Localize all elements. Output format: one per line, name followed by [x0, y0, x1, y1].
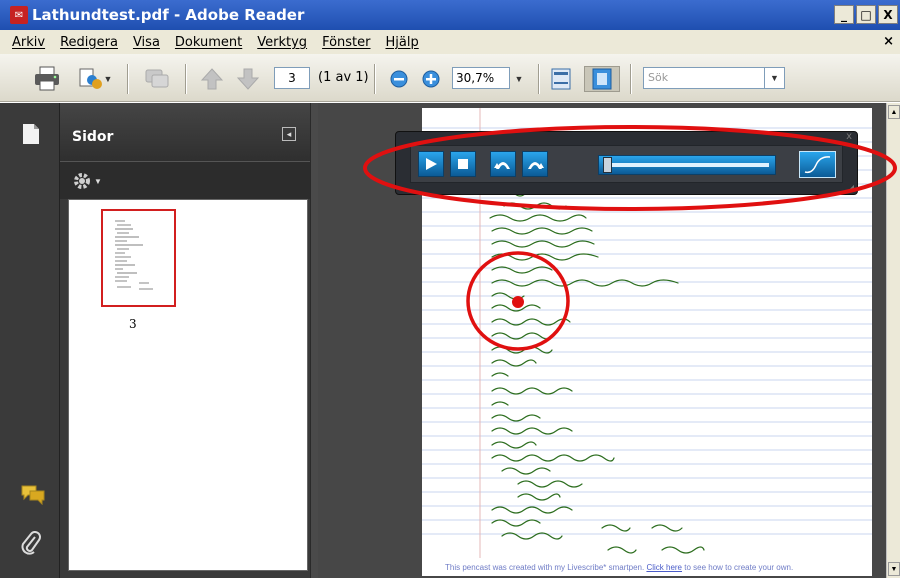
resize-grip[interactable]: ◢: [848, 183, 854, 192]
document-close-button[interactable]: ×: [883, 34, 894, 49]
footer-text: This pencast was created with my Livescr…: [445, 563, 645, 572]
zoom-out-button[interactable]: [386, 66, 412, 92]
options-button[interactable]: ▼: [72, 171, 102, 191]
chevron-down-icon: ▼: [514, 74, 524, 84]
slider-track: [605, 163, 769, 167]
step-back-icon: [494, 162, 510, 169]
footer-link[interactable]: Click here: [646, 563, 682, 572]
separator: [374, 64, 376, 94]
zoom-level-input[interactable]: 30,7%: [452, 67, 510, 89]
slider-thumb[interactable]: [603, 157, 613, 173]
collaborate-button[interactable]: ▼: [74, 66, 114, 92]
search-dropdown[interactable]: ▼: [765, 67, 785, 89]
comment-icon: [145, 69, 169, 88]
step-forward-icon: [528, 162, 544, 169]
separator: [630, 64, 632, 94]
footer-tail: to see how to create your own.: [684, 563, 794, 572]
next-page-button[interactable]: [234, 66, 262, 92]
play-icon: [426, 158, 437, 170]
playback-slider[interactable]: [598, 155, 776, 175]
separator: [538, 64, 540, 94]
print-button[interactable]: [30, 66, 64, 92]
navigation-rail: [0, 103, 60, 578]
fit-window-button[interactable]: [584, 66, 620, 92]
menu-fonster[interactable]: Fönster: [322, 35, 370, 50]
next-page-icon: [237, 68, 259, 90]
page-number-input[interactable]: 3: [274, 67, 310, 89]
toolbar: ▼ 3 (1 av 1) 30,7% ▼ Sök ▼: [0, 54, 900, 102]
play-button[interactable]: [418, 151, 444, 177]
comments-panel-button[interactable]: [20, 483, 46, 510]
pages-panel: Sidor ◂ ▼ 3: [60, 103, 310, 578]
panel-toolbar: ▼: [60, 161, 310, 199]
zoom-dropdown[interactable]: ▼: [512, 66, 526, 92]
step-forward-button[interactable]: [522, 151, 548, 177]
fit-width-button[interactable]: [548, 66, 574, 92]
page-count-label: (1 av 1): [318, 70, 369, 85]
pages-icon: [23, 124, 39, 144]
scroll-up-button[interactable]: ▲: [888, 105, 900, 119]
collapse-panel-button[interactable]: ◂: [282, 127, 296, 141]
stop-icon: [458, 159, 468, 169]
menu-bar: Arkiv Redigera Visa Dokument Verktyg Fön…: [0, 30, 900, 54]
thumbnail-page-label: 3: [129, 317, 137, 331]
audio-graph-button[interactable]: [799, 151, 836, 178]
menu-arkiv[interactable]: Arkiv: [12, 35, 45, 50]
previous-page-button[interactable]: [198, 66, 226, 92]
thumbnail-list: 3: [68, 199, 308, 571]
fit-window-icon: [592, 68, 612, 90]
panel-title: Sidor: [72, 129, 114, 145]
comment-button[interactable]: [140, 66, 174, 92]
vertical-scrollbar[interactable]: ▲ ▼: [886, 103, 900, 578]
search-input[interactable]: Sök: [643, 67, 765, 89]
scroll-down-button[interactable]: ▼: [888, 562, 900, 576]
chevron-down-icon: ▼: [94, 176, 102, 186]
close-button[interactable]: X: [878, 5, 898, 24]
step-back-button[interactable]: [490, 151, 516, 177]
stop-button[interactable]: [450, 151, 476, 177]
menu-visa[interactable]: Visa: [133, 35, 160, 50]
zoom-in-icon: [422, 70, 440, 88]
window-title: Lathundtest.pdf - Adobe Reader: [32, 6, 305, 24]
pencast-player: x ◢: [395, 131, 858, 195]
zoom-in-button[interactable]: [418, 66, 444, 92]
zoom-out-icon: [390, 70, 408, 88]
thumbnail-preview: [115, 220, 153, 290]
menu-verktyg[interactable]: Verktyg: [257, 35, 307, 50]
menu-redigera[interactable]: Redigera: [60, 35, 118, 50]
menu-dokument[interactable]: Dokument: [175, 35, 242, 50]
chevron-down-icon: ▼: [103, 74, 113, 84]
separator: [185, 64, 187, 94]
collaborate-icon: [79, 68, 102, 89]
prev-page-icon: [201, 68, 223, 90]
attachments-panel-button[interactable]: [20, 531, 42, 562]
maximize-button[interactable]: □: [856, 5, 876, 24]
gear-icon: [74, 173, 90, 189]
pages-panel-button[interactable]: [22, 123, 40, 150]
graph-icon: [804, 156, 831, 174]
separator: [127, 64, 129, 94]
chevron-down-icon: ▼: [770, 73, 779, 83]
menu-hjalp[interactable]: Hjälp: [386, 35, 419, 50]
panel-header: Sidor ◂: [60, 103, 310, 161]
title-bar: ✉ Lathundtest.pdf - Adobe Reader _ □ X: [0, 0, 900, 30]
comments-icon: [21, 485, 45, 506]
panel-splitter[interactable]: [310, 103, 318, 578]
pdf-icon: ✉: [10, 6, 28, 24]
pencast-footer: This pencast was created with my Livescr…: [445, 563, 793, 572]
minimize-button[interactable]: _: [834, 5, 854, 24]
printer-icon: [35, 66, 59, 91]
player-controls: [410, 145, 843, 183]
fit-width-icon: [551, 68, 571, 90]
player-close-button[interactable]: x: [846, 131, 852, 142]
attachments-icon: [21, 531, 41, 555]
page-thumbnail[interactable]: [101, 209, 176, 307]
